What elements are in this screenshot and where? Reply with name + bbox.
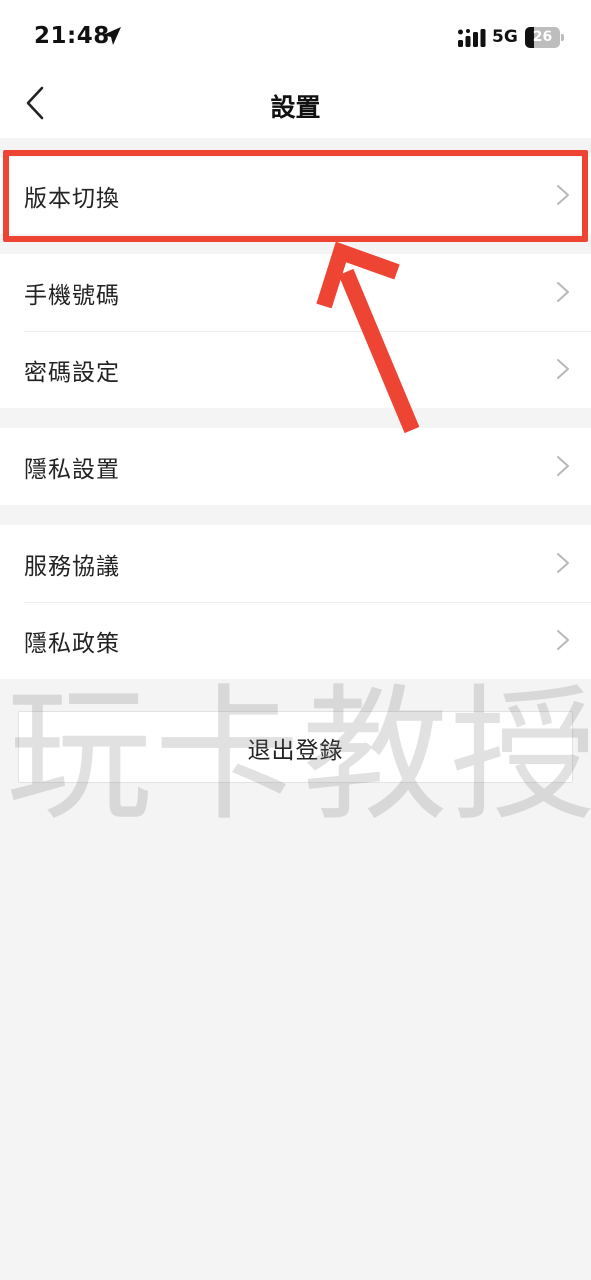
settings-item-phone-number[interactable]: 手機號碼	[0, 254, 591, 331]
settings-group-legal: 服務協議 隱私政策	[0, 525, 591, 679]
settings-item-label: 密碼設定	[24, 360, 120, 386]
settings-group-privacy: 隱私設置	[0, 428, 591, 505]
chevron-right-icon	[557, 359, 569, 379]
battery-level: 26	[532, 29, 553, 45]
settings-item-password[interactable]: 密碼設定	[0, 331, 591, 408]
chevron-right-icon	[557, 630, 569, 650]
settings-item-privacy-settings[interactable]: 隱私設置	[0, 428, 591, 505]
page-title: 設置	[270, 93, 321, 122]
status-bar: 21:48 5G 26	[0, 0, 591, 74]
nav-bar: 設置	[0, 74, 591, 138]
settings-item-label: 手機號碼	[24, 283, 120, 309]
battery-icon: 26	[525, 27, 565, 48]
location-arrow-icon	[103, 27, 121, 45]
chevron-right-icon	[557, 282, 569, 302]
chevron-right-icon	[557, 456, 569, 476]
settings-group-account: 手機號碼 密碼設定	[0, 254, 591, 408]
signal-icon	[458, 29, 486, 47]
chevron-right-icon	[557, 553, 569, 573]
network-type: 5G	[492, 27, 518, 47]
logout-label: 退出登錄	[247, 738, 344, 764]
highlight-box	[3, 150, 588, 242]
settings-item-label: 隱私設置	[24, 457, 120, 483]
status-time: 21:48	[34, 23, 110, 49]
settings-item-label: 服務協議	[24, 554, 120, 580]
settings-item-service-agreement[interactable]: 服務協議	[0, 525, 591, 602]
logout-button[interactable]: 退出登錄	[18, 711, 573, 783]
settings-item-label: 隱私政策	[24, 631, 120, 657]
settings-item-privacy-policy[interactable]: 隱私政策	[0, 602, 591, 679]
